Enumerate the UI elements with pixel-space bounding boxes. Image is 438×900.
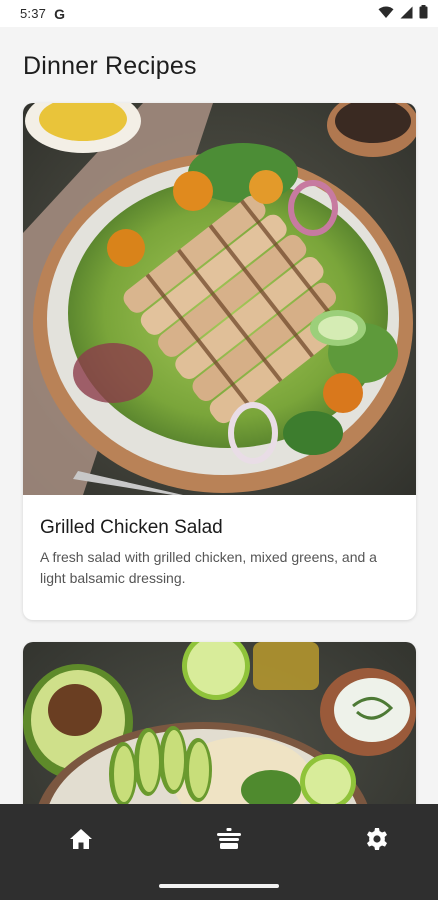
battery-icon xyxy=(419,5,428,22)
recipe-description: A fresh salad with grilled chicken, mixe… xyxy=(40,549,377,586)
status-bar: 5:37 G xyxy=(0,0,438,27)
bottom-navigation xyxy=(0,804,438,874)
signal-icon xyxy=(400,6,413,22)
page-title: Dinner Recipes xyxy=(23,52,197,80)
gesture-navigation-area xyxy=(0,874,438,900)
status-left: 5:37 G xyxy=(20,6,65,22)
grilled-chicken-salad-image xyxy=(23,103,416,495)
nav-home[interactable] xyxy=(68,826,94,852)
recipe-title: Grilled Chicken Salad xyxy=(40,517,223,538)
status-icons xyxy=(378,5,428,22)
gesture-handle[interactable] xyxy=(159,884,279,888)
settings-icon xyxy=(367,828,387,850)
recipe-card[interactable]: Grilled Chicken Salad A fresh salad with… xyxy=(23,103,416,620)
nav-recipes[interactable] xyxy=(216,826,242,852)
recipes-icon xyxy=(217,828,241,849)
home-icon xyxy=(70,829,92,849)
nav-settings[interactable] xyxy=(364,826,390,852)
google-icon: G xyxy=(54,5,65,22)
wifi-icon xyxy=(378,6,394,22)
status-time: 5:37 xyxy=(20,6,47,21)
